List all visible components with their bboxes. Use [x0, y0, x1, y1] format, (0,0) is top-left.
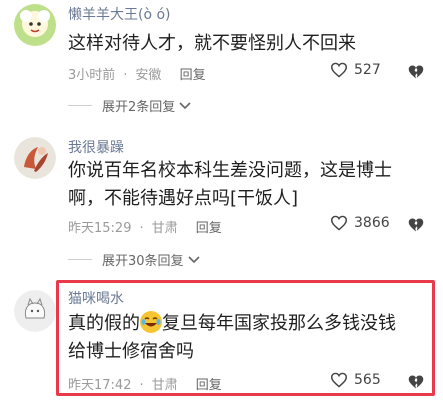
timestamp: 昨天15:29	[68, 221, 132, 236]
username[interactable]: 懒羊羊大王(ò ó)	[68, 4, 171, 24]
chevron-down-icon	[179, 101, 191, 109]
broken-heart-icon[interactable]	[407, 217, 425, 233]
broken-heart-icon[interactable]	[407, 64, 425, 80]
flower-avatar-icon	[14, 137, 56, 179]
location: 安徽	[135, 68, 162, 83]
like-count: 527	[354, 62, 381, 78]
comment-meta: 昨天15:29 · 甘肃 回复	[68, 217, 222, 236]
cat-sketch-avatar-icon	[14, 290, 56, 332]
timestamp: 3小时前	[68, 68, 116, 83]
lazy-sheep-avatar-icon	[14, 4, 56, 46]
avatar[interactable]	[14, 290, 56, 332]
comment-text: 你说百年名校本科生差没问题，这是博士 啊，不能待遇好点吗[干饭人]	[68, 160, 392, 209]
divider	[68, 259, 92, 260]
reply-button[interactable]: 回复	[180, 64, 206, 83]
username[interactable]: 我很暴躁	[68, 137, 124, 157]
chevron-down-icon	[187, 255, 200, 263]
avatar[interactable]	[14, 4, 56, 46]
like-count: 3866	[354, 215, 390, 231]
comment-text: 这样对待人才，就不要怪别人不回来	[68, 33, 356, 54]
like-button[interactable]: 527	[330, 62, 381, 78]
comment-meta: 3小时前 · 安徽 回复	[68, 64, 206, 83]
highlight-box	[56, 280, 435, 396]
reply-button[interactable]: 回复	[196, 217, 222, 236]
heart-outline-icon	[330, 62, 348, 78]
location: 甘肃	[151, 221, 178, 236]
expand-replies-button[interactable]: 展开30条回复	[68, 250, 200, 269]
avatar[interactable]	[14, 137, 56, 179]
divider	[68, 105, 92, 106]
like-button[interactable]: 3866	[330, 215, 390, 231]
expand-replies-button[interactable]: 展开2条回复	[68, 96, 191, 115]
heart-outline-icon	[330, 215, 348, 231]
